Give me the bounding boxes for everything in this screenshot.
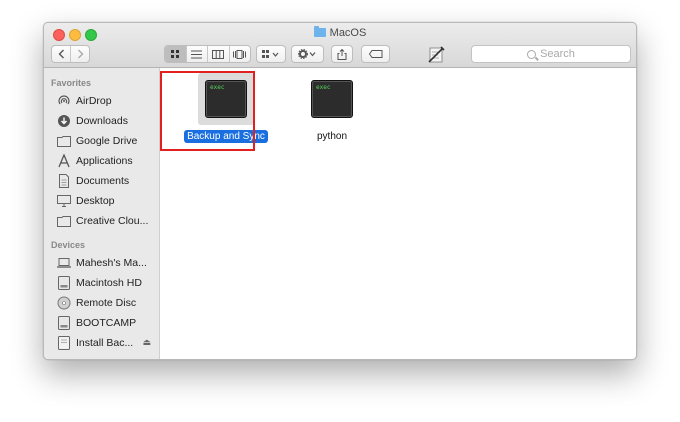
airdrop-icon xyxy=(57,94,71,108)
search-icon xyxy=(527,49,537,59)
applications-icon xyxy=(57,154,71,168)
folder-icon xyxy=(57,134,71,148)
back-button[interactable] xyxy=(52,46,71,62)
sidebar-item-macintosh-hd[interactable]: Macintosh HD xyxy=(44,274,160,292)
window-title: MacOS xyxy=(44,26,636,39)
tag-icon-wrap xyxy=(362,46,389,62)
title-bar: MacOS Search xyxy=(44,23,636,68)
sidebar-favorites-header: Favorites xyxy=(51,78,92,88)
chevron-left-icon xyxy=(58,49,64,59)
share-icon-wrap xyxy=(332,46,352,62)
sidebar-item-label: AirDrop xyxy=(76,95,112,107)
cover-flow-icon xyxy=(233,49,247,59)
sidebar-item-documents[interactable]: Documents xyxy=(44,172,160,190)
file-thumbnail: exec xyxy=(308,75,356,123)
sidebar-item-applications[interactable]: Applications xyxy=(44,152,160,170)
sidebar-item-creative-cloud[interactable]: Creative Clou... xyxy=(44,212,160,230)
action-icon-wrap xyxy=(292,46,323,62)
hard-drive-icon xyxy=(57,316,71,330)
sidebar-item-remote-disc[interactable]: Remote Disc xyxy=(44,294,160,312)
sidebar-item-macbook[interactable]: Mahesh's Ma... xyxy=(44,254,160,272)
sidebar-item-google-drive[interactable]: Google Drive xyxy=(44,132,160,150)
downloads-icon xyxy=(57,114,71,128)
column-view-icon xyxy=(212,49,225,59)
desktop-icon xyxy=(57,194,71,208)
icon-view-button[interactable] xyxy=(165,46,187,62)
sidebar-item-label: Install Bac... xyxy=(76,337,134,349)
script-editor-icon xyxy=(428,46,445,63)
folder-icon xyxy=(57,214,71,228)
file-name: python xyxy=(316,131,348,142)
disc-icon xyxy=(57,296,71,310)
sidebar-devices-header: Devices xyxy=(51,240,86,250)
list-view-icon xyxy=(191,50,203,58)
search-field[interactable]: Search xyxy=(471,45,631,63)
sidebar-item-bootcamp[interactable]: BOOTCAMP xyxy=(44,314,160,332)
column-view-button[interactable] xyxy=(208,46,230,62)
external-drive-icon xyxy=(57,336,71,350)
sidebar-item-install-backup[interactable]: Install Bac... ⏏ xyxy=(44,334,160,352)
file-item-python[interactable]: exec python xyxy=(284,75,380,143)
terminal-executable-icon: exec xyxy=(311,80,353,118)
sidebar-item-airdrop[interactable]: AirDrop xyxy=(44,92,160,110)
sidebar-item-label: Documents xyxy=(76,175,130,187)
thumbnail-text: exec xyxy=(316,84,331,91)
search-placeholder: Search xyxy=(540,48,575,60)
arrange-icon-wrap xyxy=(257,46,285,62)
tag-icon xyxy=(368,50,382,58)
arrange-grid-icon xyxy=(262,49,279,58)
laptop-icon xyxy=(57,256,71,270)
documents-icon xyxy=(57,174,71,188)
eject-icon[interactable]: ⏏ xyxy=(142,337,151,348)
sidebar-item-label: Creative Clou... xyxy=(76,215,149,227)
sidebar-item-label: Google Drive xyxy=(76,135,138,147)
sidebar-item-label: Desktop xyxy=(76,195,115,207)
chevron-right-icon xyxy=(77,49,83,59)
icon-view-icon xyxy=(171,50,180,58)
list-view-button[interactable] xyxy=(187,46,208,62)
action-menu-button[interactable] xyxy=(291,45,324,63)
sidebar: Favorites AirDrop Downloads Google Drive… xyxy=(44,68,160,359)
sidebar-item-label: Mahesh's Ma... xyxy=(76,257,147,269)
sidebar-item-label: Remote Disc xyxy=(76,297,137,309)
cover-flow-button[interactable] xyxy=(230,46,251,62)
sidebar-item-label: Macintosh HD xyxy=(76,277,142,289)
sidebar-item-label: Downloads xyxy=(76,115,128,127)
tag-button[interactable] xyxy=(361,45,390,63)
finder-window: MacOS Search Favorites AirDrop Downloads… xyxy=(43,22,637,360)
file-browser-content: exec Backup and Sync exec python xyxy=(160,68,636,359)
navigation-buttons xyxy=(51,45,90,63)
gear-icon xyxy=(297,49,315,59)
hard-drive-icon xyxy=(57,276,71,290)
folder-icon xyxy=(313,26,326,37)
share-button[interactable] xyxy=(331,45,353,63)
share-icon xyxy=(337,48,347,60)
sidebar-item-label: Applications xyxy=(76,155,133,167)
view-mode-control xyxy=(164,45,251,63)
arrange-menu-button[interactable] xyxy=(256,45,286,63)
sidebar-item-desktop[interactable]: Desktop xyxy=(44,192,160,210)
window-title-text: MacOS xyxy=(329,27,367,39)
sidebar-item-downloads[interactable]: Downloads xyxy=(44,112,160,130)
app-toolbar-icon[interactable] xyxy=(426,45,446,65)
annotation-highlight-box xyxy=(160,71,255,151)
forward-button[interactable] xyxy=(71,46,89,62)
sidebar-item-label: BOOTCAMP xyxy=(76,317,137,329)
